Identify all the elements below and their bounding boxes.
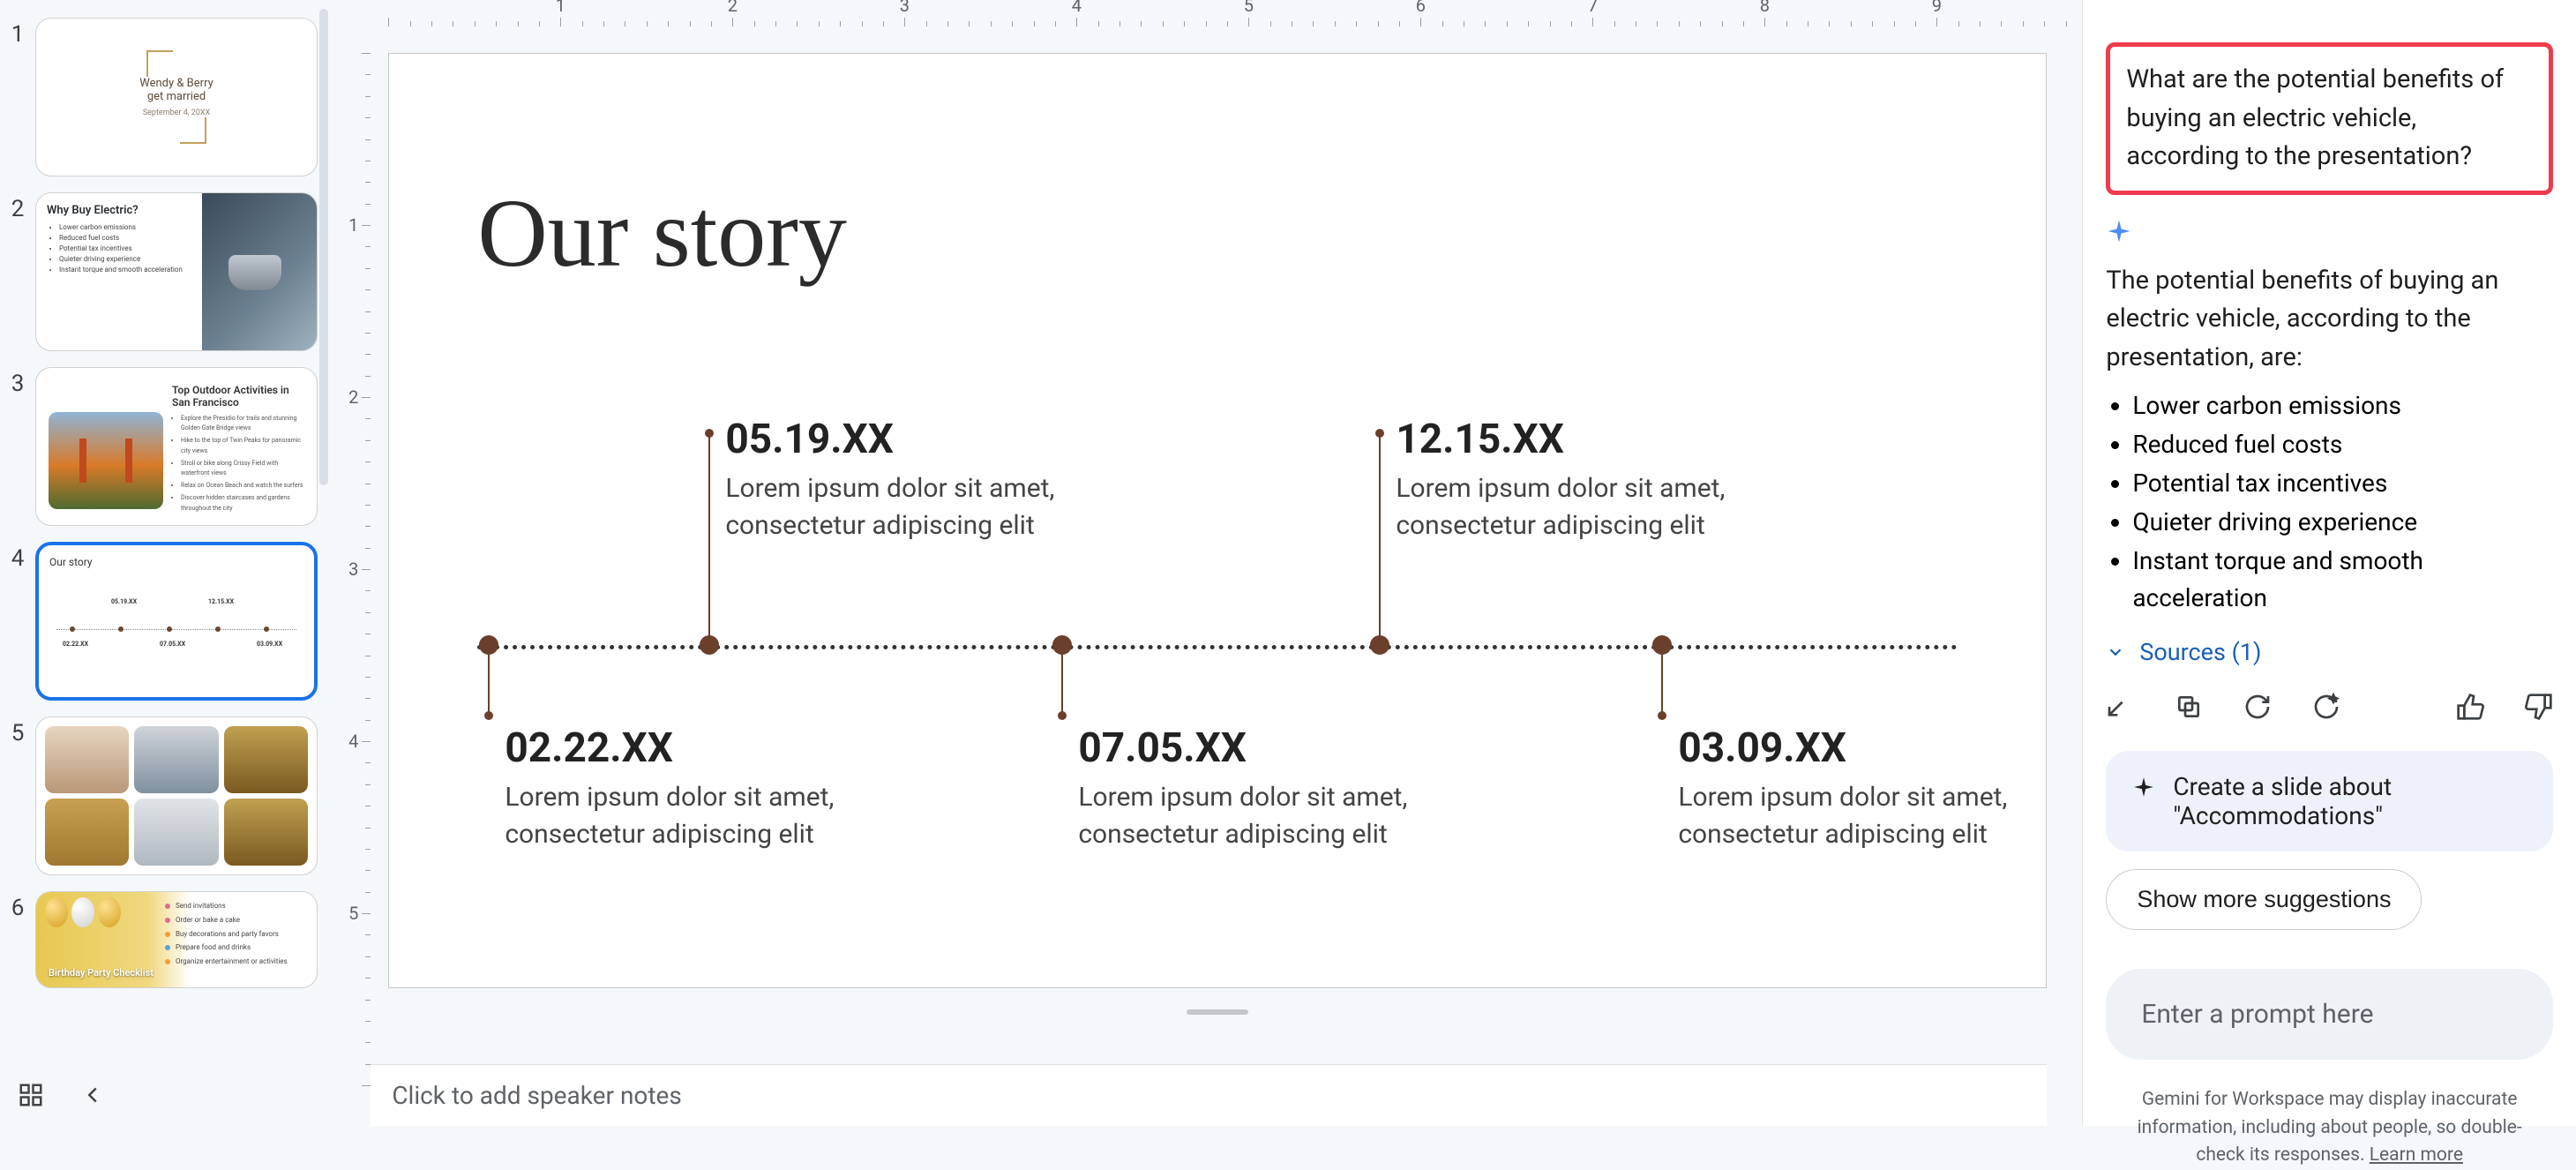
gemini-action-row (2106, 693, 2553, 724)
slide-thumbnail-1[interactable]: Wendy & Berry get married September 4, 2… (35, 18, 318, 176)
thumb-number: 3 (0, 367, 35, 397)
grid-view-icon[interactable] (18, 1082, 44, 1112)
timeline-event[interactable]: 02.22.XXLorem ipsum dolor sit amet, cons… (505, 724, 840, 853)
thumbnail-row-5: 5 (0, 716, 326, 875)
copy-icon[interactable] (2175, 693, 2203, 724)
canvas-area: 123456789 12345 Our story 05.19.XXLorem … (335, 0, 2082, 1126)
gemini-spark-icon (2106, 218, 2553, 248)
gemini-disclaimer: Gemini for Workspace may display inaccur… (2106, 1086, 2553, 1170)
thumbnail-row-1: 1 Wendy & Berry get married September 4,… (0, 18, 326, 176)
thumbnail-row-2: 2 Why Buy Electric? Lower carbon emissio… (0, 192, 326, 351)
user-question: What are the potential benefits of buyin… (2106, 42, 2553, 195)
slide-stage[interactable]: Our story 05.19.XXLorem ipsum dolor sit … (371, 26, 2082, 1064)
timeline-event[interactable]: 12.15.XXLorem ipsum dolor sit amet, cons… (1396, 416, 1731, 544)
gemini-sidebar: What are the potential benefits of buyin… (2082, 0, 2576, 1126)
slide-thumbnail-4[interactable]: Our story 05.19.XX 12.15.XX 02.22.XX 07.… (35, 542, 318, 701)
prompt-input[interactable]: Enter a prompt here (2106, 969, 2553, 1060)
sources-toggle[interactable]: Sources (1) (2106, 638, 2553, 666)
timeline-event[interactable]: 05.19.XXLorem ipsum dolor sit amet, cons… (725, 416, 1060, 544)
thumb-number: 2 (0, 192, 35, 222)
slide-thumbnail-panel: 1 Wendy & Berry get married September 4,… (0, 0, 335, 1126)
show-more-suggestions-button[interactable]: Show more suggestions (2106, 869, 2422, 930)
slide-thumbnail-2[interactable]: Why Buy Electric? Lower carbon emissions… (35, 192, 318, 351)
thumbnail-row-6: 6 Birthday Party Checklist Send invitati… (0, 891, 326, 988)
thumb-number: 6 (0, 891, 35, 921)
slide-thumbnail-3[interactable]: Top Outdoor Activities in San Francisco … (35, 367, 318, 526)
expand-icon[interactable] (2106, 693, 2134, 724)
gemini-answer-intro: The potential benefits of buying an elec… (2106, 262, 2553, 378)
thumb-number: 1 (0, 18, 35, 48)
timeline-event[interactable]: 03.09.XXLorem ipsum dolor sit amet, cons… (1678, 724, 2013, 853)
chevron-left-icon[interactable] (79, 1082, 106, 1112)
slide-canvas[interactable]: Our story 05.19.XXLorem ipsum dolor sit … (388, 53, 2047, 988)
speaker-notes-input[interactable]: Click to add speaker notes (371, 1064, 2047, 1126)
thumbs-up-icon[interactable] (2456, 693, 2484, 724)
timeline-event[interactable]: 07.05.XXLorem ipsum dolor sit amet, cons… (1078, 724, 1413, 853)
notes-drag-handle[interactable] (388, 1006, 2047, 1018)
slide-thumbnail-6[interactable]: Birthday Party Checklist Send invitation… (35, 891, 318, 988)
slide-thumbnail-5[interactable] (35, 716, 318, 875)
thumbnail-row-3: 3 Top Outdoor Activities in San Francisc… (0, 367, 326, 526)
thumbnail-scrollbar[interactable] (319, 9, 328, 485)
suggestion-chip[interactable]: Create a slide about "Accommodations" (2106, 751, 2553, 851)
retry-spark-icon[interactable] (2312, 693, 2340, 724)
learn-more-link[interactable]: Learn more (2370, 1144, 2463, 1166)
thumb-number: 4 (0, 542, 35, 572)
thumb-number: 5 (0, 716, 35, 746)
thumbnail-row-4: 4 Our story 05.19.XX 12.15.XX 02.22.XX 0… (0, 542, 326, 701)
thumbs-down-icon[interactable] (2525, 693, 2553, 724)
gemini-answer-list: Lower carbon emissions Reduced fuel cost… (2132, 387, 2553, 619)
retry-icon[interactable] (2243, 693, 2272, 724)
horizontal-ruler: 123456789 (371, 0, 2082, 26)
vertical-ruler: 12345 (335, 26, 371, 1064)
slide-title[interactable]: Our story (477, 177, 847, 289)
